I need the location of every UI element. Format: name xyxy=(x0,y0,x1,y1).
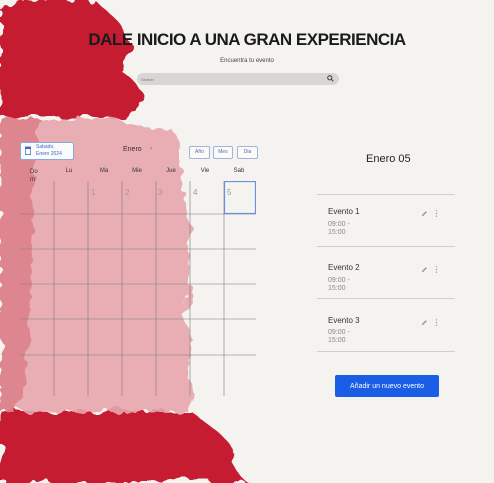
selected-day-title: Enero 05 xyxy=(366,153,411,165)
divider xyxy=(317,194,455,195)
event-time-start: 09:00 - xyxy=(328,277,350,284)
pencil-icon[interactable] xyxy=(421,266,428,273)
divider xyxy=(317,351,455,352)
next-month-chevron[interactable]: › xyxy=(150,146,152,152)
event-time-end: 15:00 xyxy=(328,229,346,236)
weekday-thursday: Jue xyxy=(166,168,176,174)
month-label: Enero xyxy=(123,146,142,153)
pencil-icon[interactable] xyxy=(421,210,428,217)
pencil-icon[interactable] xyxy=(421,319,428,326)
weekday-wednesday: Mie xyxy=(132,168,142,174)
selected-date-month-year: Enero 2024 xyxy=(36,151,62,157)
event-name[interactable]: Evento 1 xyxy=(328,207,360,216)
more-vertical-icon[interactable] xyxy=(435,319,438,326)
event-time-end: 15:00 xyxy=(328,337,346,344)
weekday-monday: Lu xyxy=(65,168,73,174)
calendar-icon xyxy=(25,146,31,155)
search-input[interactable] xyxy=(141,74,321,84)
view-year-button[interactable]: Año xyxy=(189,146,210,159)
view-month-button[interactable]: Mes xyxy=(213,146,233,159)
day-cell-selected[interactable]: 5 xyxy=(227,188,231,197)
day-cell[interactable]: 2 xyxy=(125,188,129,197)
weekday-friday: Vie xyxy=(200,168,210,174)
weekday-tuesday: Ma xyxy=(99,168,109,174)
search-icon[interactable] xyxy=(327,75,334,82)
search-bar[interactable] xyxy=(137,73,339,85)
hero-title: DALE INICIO A UNA GRAN EXPERIENCIA xyxy=(88,30,406,49)
event-time-start: 09:00 - xyxy=(328,221,350,228)
event-name[interactable]: Evento 2 xyxy=(328,263,360,272)
day-cell[interactable]: 3 xyxy=(158,188,162,197)
weekday-saturday: Sab xyxy=(233,168,245,174)
hero-subtitle: Encuentra tu evento xyxy=(220,58,274,64)
selected-date-weekday: Sabado, xyxy=(36,144,55,150)
event-time-end: 15:00 xyxy=(328,285,346,292)
event-time-start: 09:00 - xyxy=(328,329,350,336)
more-vertical-icon[interactable] xyxy=(435,266,438,273)
divider xyxy=(317,246,455,247)
day-cell[interactable]: 4 xyxy=(193,188,197,197)
calendar-grid xyxy=(20,181,256,396)
event-name[interactable]: Evento 3 xyxy=(328,316,360,325)
more-vertical-icon[interactable] xyxy=(435,210,438,217)
divider xyxy=(317,298,455,299)
selected-date-badge[interactable]: Sabado, Enero 2024 xyxy=(20,142,74,160)
add-event-button[interactable]: Añadir un nuevo evento xyxy=(335,375,439,397)
selected-day-cell[interactable] xyxy=(223,181,256,215)
view-day-button[interactable]: Dia xyxy=(237,146,258,159)
day-cell[interactable]: 1 xyxy=(91,188,95,197)
